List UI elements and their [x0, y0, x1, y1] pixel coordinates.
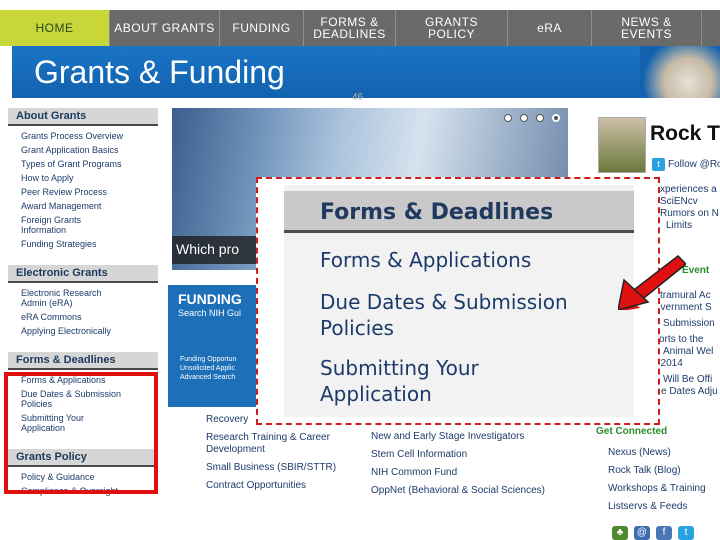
sidebar-item[interactable]: Grant Application Basics — [8, 143, 158, 157]
sidebar-heading[interactable]: Electronic Grants — [8, 265, 158, 283]
sidebar-item[interactable]: Award Management — [8, 199, 158, 213]
sidebar-heading[interactable]: About Grants — [8, 108, 158, 126]
carousel-dot[interactable] — [520, 114, 528, 122]
carousel-dot[interactable] — [504, 114, 512, 122]
tree-icon[interactable]: ♣ — [612, 526, 628, 540]
zoom-callout: Forms & Deadlines Forms & Applications D… — [256, 177, 660, 425]
facebook-icon[interactable]: f — [656, 526, 672, 540]
carousel-dot[interactable] — [536, 114, 544, 122]
banner-photo — [640, 46, 720, 98]
sidebar-item[interactable]: eRA Commons — [8, 310, 158, 324]
list-item[interactable]: Small Business (SBIR/STTR) — [206, 462, 356, 474]
list-item[interactable]: e Dates Adju — [655, 386, 718, 398]
page-banner: Grants & Funding — [12, 46, 720, 98]
list-item[interactable]: , 2014 — [655, 358, 718, 370]
list-item[interactable]: Animal Wel — [655, 346, 718, 358]
funding-title: FUNDING — [178, 291, 242, 307]
social-icons: ♣ @ f t — [612, 526, 694, 540]
connect-list: Nexus (News) Rock Talk (Blog) Workshops … — [608, 447, 706, 519]
sidebar-item[interactable]: Types of Grant Programs — [8, 157, 158, 171]
sidebar-item[interactable]: Foreign Grants Information — [8, 213, 98, 237]
list-item[interactable]: Research Training & Career Development — [206, 432, 356, 456]
callout-panel: Forms & Deadlines Forms & Applications D… — [284, 185, 634, 417]
funding-link[interactable]: Advanced Search — [180, 373, 236, 382]
center-list-left: Recovery Research Training & Career Deve… — [206, 414, 356, 498]
red-arrow-icon — [618, 255, 686, 310]
list-item[interactable]: Workshops & Training — [608, 483, 706, 495]
events-heading: Event — [682, 265, 710, 276]
list-item[interactable]: Submission — [655, 318, 718, 330]
follow-label: Follow @Ro — [668, 159, 720, 170]
follow-link[interactable]: t Follow @Ro — [652, 158, 720, 171]
center-list-right: New and Early Stage Investigators Stem C… — [371, 431, 571, 503]
get-connected-heading: Get Connected — [596, 426, 668, 437]
nav-era[interactable]: eRA — [508, 10, 592, 46]
list-item[interactable]: Limits — [660, 220, 719, 232]
email-icon[interactable]: @ — [634, 526, 650, 540]
sidebar-item[interactable]: Grants Process Overview — [8, 129, 158, 143]
list-item[interactable]: Rock Talk (Blog) — [608, 465, 706, 477]
list-item[interactable]: Listservs & Feeds — [608, 501, 706, 513]
twitter-icon[interactable]: t — [678, 526, 694, 540]
rock-talk-title[interactable]: Rock T — [650, 122, 720, 146]
sidebar-item[interactable]: Electronic Research Admin (eRA) — [8, 286, 118, 310]
twitter-icon: t — [652, 158, 665, 171]
list-item[interactable]: OppNet (Behavioral & Social Sciences) — [371, 485, 571, 497]
rock-talk-list: xperiences a SciENcv Rumors on N Limits — [660, 184, 719, 232]
sidebar-item[interactable]: Funding Strategies — [8, 237, 158, 251]
carousel-dot-active[interactable] — [552, 114, 560, 122]
top-navigation: HOME ABOUT GRANTS FUNDING FORMS & DEADLI… — [0, 10, 720, 46]
list-item[interactable]: Stem Cell Information — [371, 449, 571, 461]
callout-item-due-dates[interactable]: Due Dates & Submission Policies — [320, 289, 620, 341]
nav-funding[interactable]: FUNDING — [220, 10, 304, 46]
highlight-box — [4, 372, 158, 494]
list-item[interactable]: Rumors on N — [660, 208, 719, 220]
sidebar-item[interactable]: Applying Electronically — [8, 324, 158, 338]
list-item[interactable]: Contract Opportunities — [206, 480, 356, 492]
list-item[interactable]: NIH Common Fund — [371, 467, 571, 479]
funding-link[interactable]: Funding Opportun — [180, 355, 236, 364]
page-title: Grants & Funding — [34, 54, 285, 90]
callout-item-forms[interactable]: Forms & Applications — [320, 247, 531, 273]
list-item[interactable]: SciENcv — [660, 196, 719, 208]
slide-number: 46 — [352, 92, 364, 103]
nav-news-events[interactable]: NEWS & EVENTS — [592, 10, 702, 46]
callout-heading: Forms & Deadlines — [284, 191, 634, 233]
nav-grants-policy[interactable]: GRANTS POLICY — [396, 10, 508, 46]
callout-item-submitting[interactable]: Submitting Your Application — [320, 355, 540, 407]
avatar — [598, 117, 646, 173]
funding-box: FUNDING Search NIH Gui Funding Opportun … — [168, 285, 268, 407]
funding-search-link[interactable]: Search NIH Gui — [178, 308, 241, 318]
funding-link[interactable]: Unsolicited Applic — [180, 364, 236, 373]
sidebar-heading[interactable]: Forms & Deadlines — [8, 352, 158, 370]
list-item[interactable]: New and Early Stage Investigators — [371, 431, 571, 443]
funding-links: Funding Opportun Unsolicited Applic Adva… — [180, 355, 236, 382]
nav-overflow — [702, 10, 720, 46]
nav-about-grants[interactable]: ABOUT GRANTS — [110, 10, 220, 46]
sidebar-group-about-grants: About Grants Grants Process Overview Gra… — [8, 108, 158, 251]
nav-home[interactable]: HOME — [0, 10, 110, 46]
nav-forms-deadlines[interactable]: FORMS & DEADLINES — [304, 10, 396, 46]
list-item[interactable]: Will Be Offi — [655, 374, 718, 386]
carousel-dots — [504, 114, 560, 122]
list-item[interactable]: xperiences a — [660, 184, 719, 196]
sidebar-item[interactable]: Peer Review Process — [8, 185, 158, 199]
sidebar-item[interactable]: How to Apply — [8, 171, 158, 185]
list-item[interactable]: orts to the — [655, 334, 718, 346]
list-item[interactable]: Nexus (News) — [608, 447, 706, 459]
sidebar-group-electronic-grants: Electronic Grants Electronic Research Ad… — [8, 265, 158, 338]
